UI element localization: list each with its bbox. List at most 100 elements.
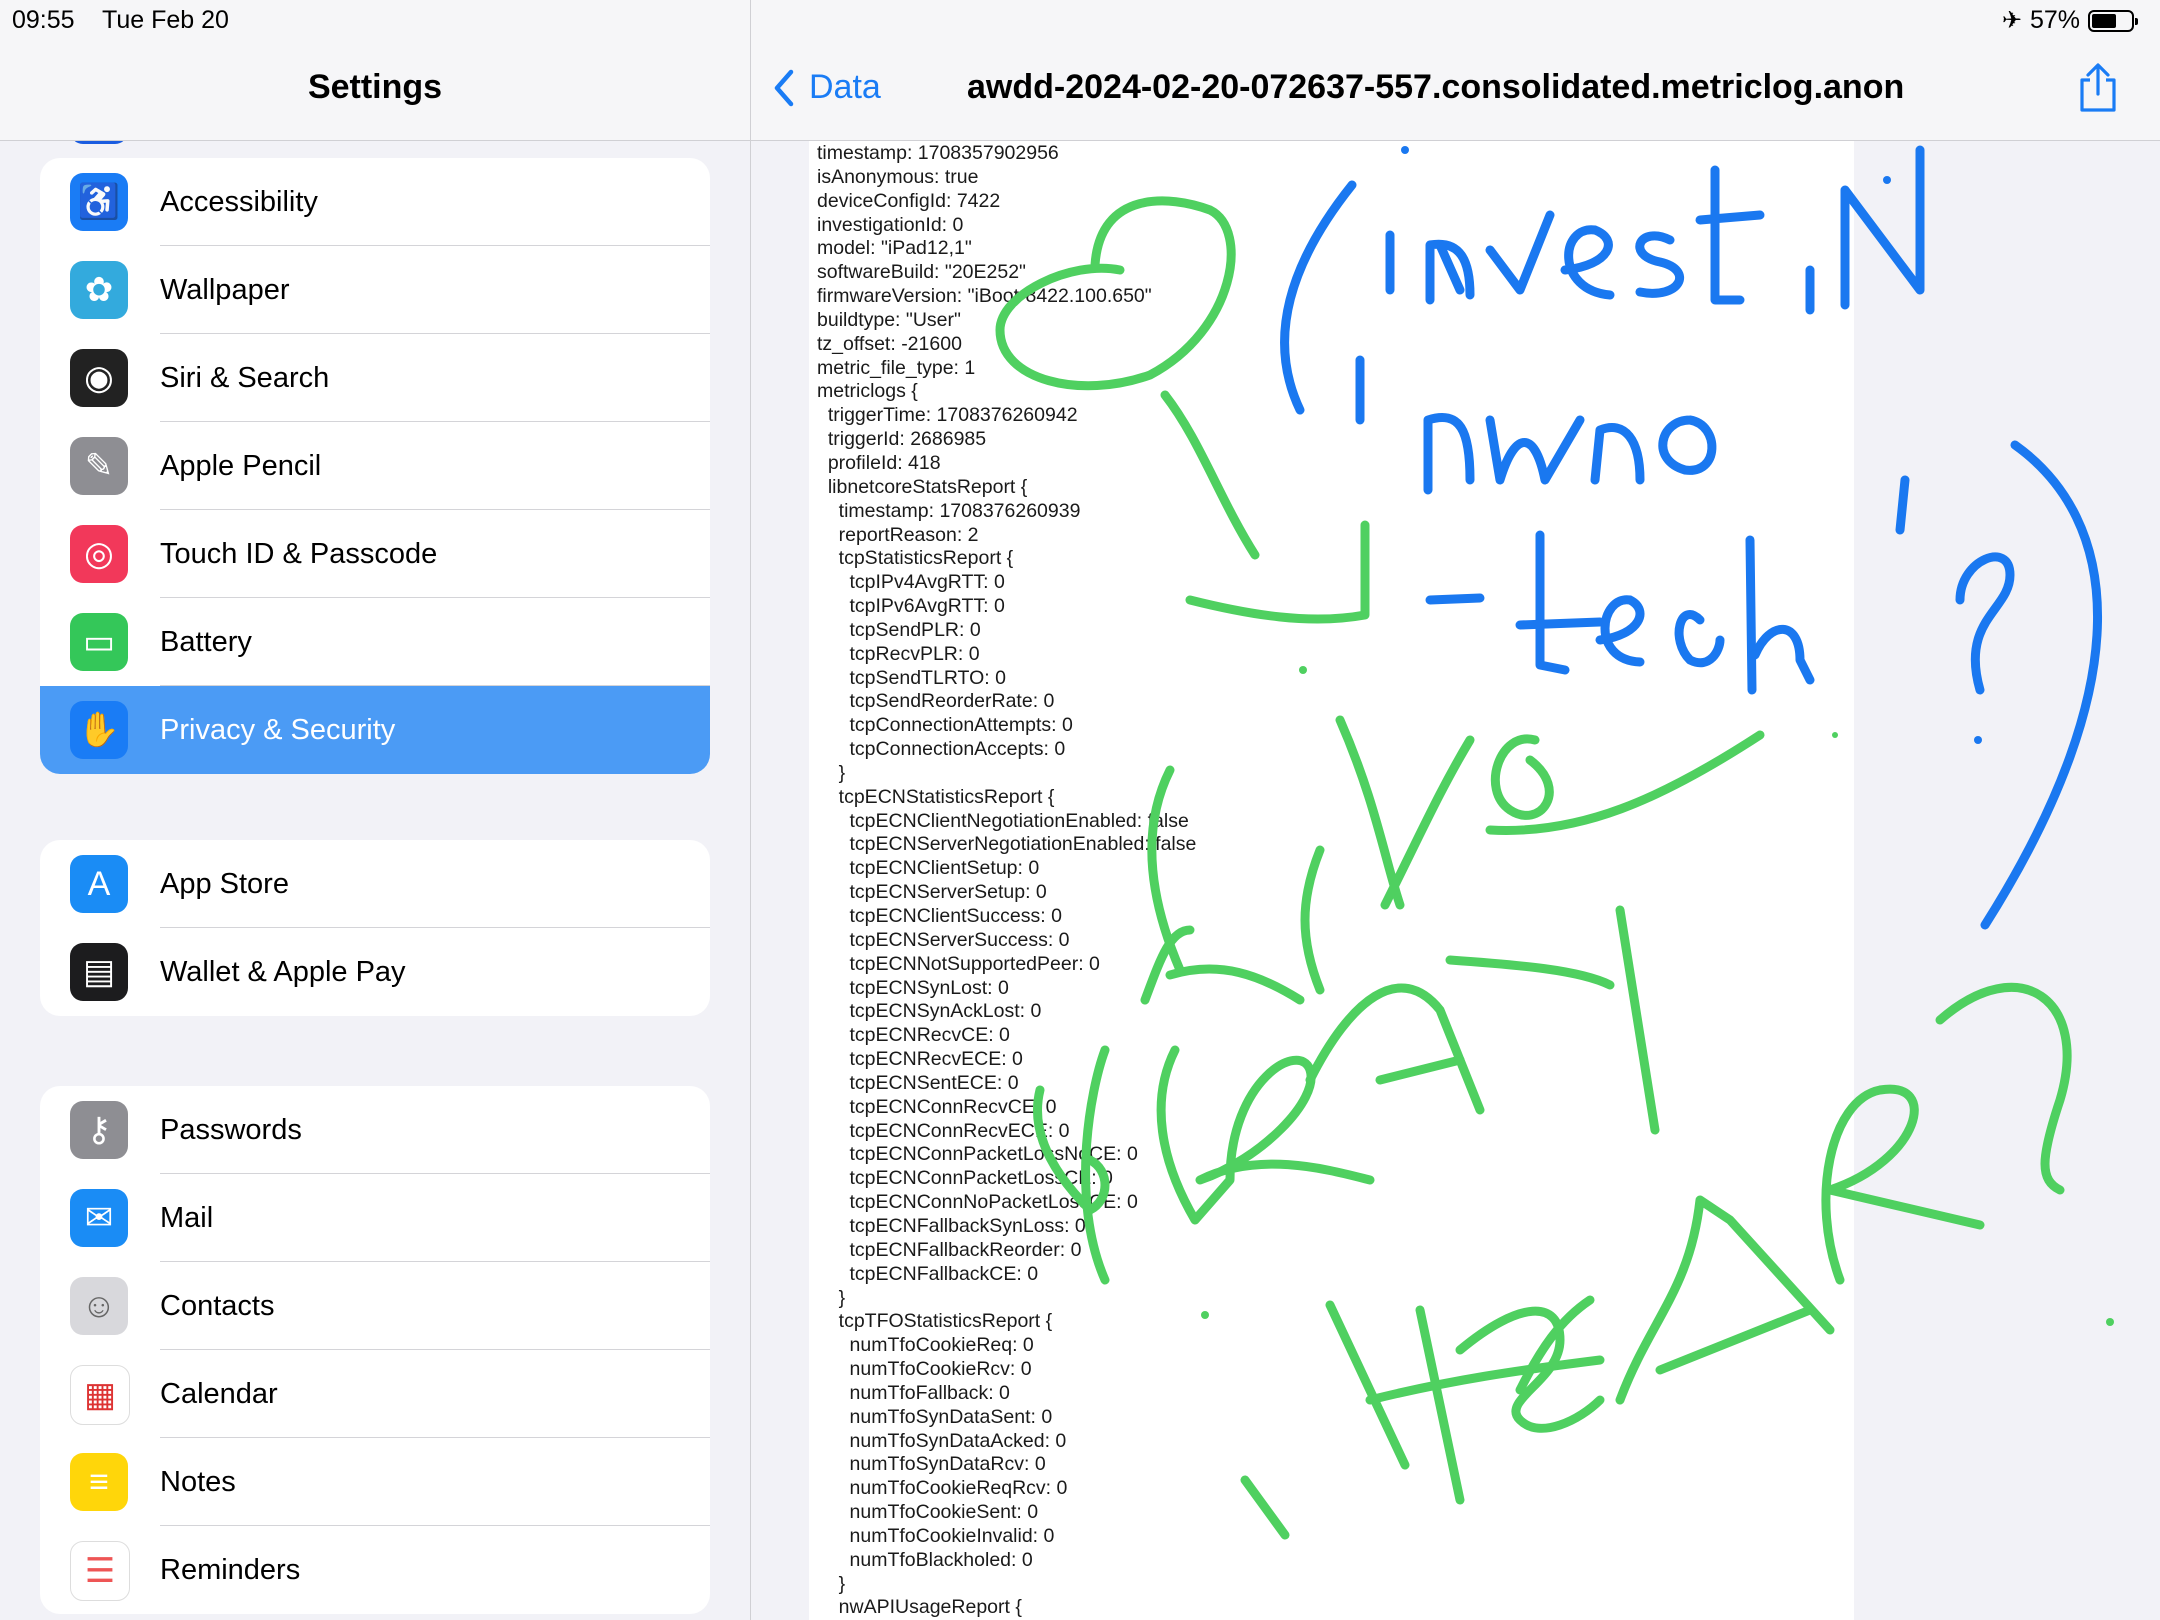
- log-line: tcpECNRecvCE: 0: [817, 1024, 1010, 1047]
- share-icon[interactable]: [2076, 62, 2120, 114]
- status-time: 09:55: [12, 6, 75, 34]
- log-line: numTfoCookieInvalid: 0: [817, 1524, 1055, 1547]
- sidebar-item-label: Notes: [160, 1465, 236, 1498]
- log-line: tcpECNConnNoPacketLossCE: 0: [817, 1191, 1138, 1214]
- log-line: numTfoBlackholed: 0: [817, 1548, 1033, 1571]
- reminders-icon: ☰: [70, 1541, 130, 1601]
- log-line: deviceConfigId: 7422: [817, 189, 1001, 212]
- sidebar-item-contacts[interactable]: ☺ Contacts: [40, 1262, 710, 1350]
- log-line: firmwareVersion: "iBoot-8422.100.650": [817, 285, 1152, 308]
- log-line: tcpECNClientSuccess: 0: [817, 905, 1062, 927]
- detail-pane: Data awdd-2024-02-20-072637-557.consolid…: [751, 0, 2160, 1620]
- back-button[interactable]: Data: [773, 68, 881, 107]
- sidebar-item-touch-id-passcode[interactable]: ◎ Touch ID & Passcode: [40, 510, 710, 598]
- settings-group-general: ♿ Accessibility ✿ Wallpaper ◉ Siri & Search ✎ A…: [40, 158, 710, 774]
- sidebar-item-label: Touch ID & Passcode: [160, 537, 438, 570]
- log-line: numTfoCookieRcv: 0: [817, 1358, 1032, 1381]
- sidebar-item-wallpaper[interactable]: ✿ Wallpaper: [40, 246, 710, 334]
- sidebar-item-label: Passwords: [160, 1113, 302, 1146]
- log-line: tcpSendTLRTO: 0: [817, 666, 1006, 689]
- sidebar-item-privacy-security[interactable]: ✋ Privacy & Security: [40, 686, 710, 774]
- sidebar-item-siri-search[interactable]: ◉ Siri & Search: [40, 334, 710, 422]
- log-line: tcpECNClientNegotiationEnabled: false: [817, 809, 1189, 832]
- mail-icon: ✉: [70, 1189, 128, 1247]
- log-line: tcpECNNotSupportedPeer: 0: [817, 952, 1100, 975]
- log-line: softwareBuild: "20E252": [817, 261, 1026, 284]
- log-line: tcpRecvPLR: 0: [817, 642, 980, 665]
- fingerprint-icon: ◎: [70, 525, 128, 583]
- sidebar-item-reminders[interactable]: ☰ Reminders: [40, 1526, 710, 1614]
- sidebar-item-label: Privacy & Security: [160, 713, 396, 746]
- contacts-icon: ☺: [70, 1277, 128, 1335]
- calendar-icon: ▦: [70, 1365, 130, 1425]
- log-line: tcpECNServerNegotiationEnabled: false: [817, 833, 1197, 856]
- status-date: Tue Feb 20: [102, 6, 229, 34]
- log-line: tcpECNConnRecvCE: 0: [817, 1095, 1057, 1118]
- log-line: tcpIPv4AvgRTT: 0: [817, 571, 1005, 594]
- pencil-icon: ✎: [70, 437, 128, 495]
- sidebar-item-notes[interactable]: ≡ Notes: [40, 1438, 710, 1526]
- notes-icon: ≡: [70, 1453, 128, 1511]
- log-line: investigationId: 0: [817, 213, 964, 236]
- log-line: tcpECNFallbackCE: 0: [817, 1262, 1039, 1285]
- sidebar-item-mail[interactable]: ✉ Mail: [40, 1174, 710, 1262]
- log-line: model: "iPad12,1": [817, 237, 972, 260]
- log-line: tz_offset: -21600: [817, 332, 962, 355]
- log-line: numTfoSynDataRcv: 0: [817, 1453, 1046, 1476]
- sidebar-title: Settings: [307, 68, 443, 106]
- log-line: tcpECNRecvECE: 0: [817, 1048, 1023, 1071]
- sidebar-item-battery[interactable]: ▭ Battery: [40, 598, 710, 686]
- wallet-icon: ▤: [70, 943, 128, 1001]
- chevron-left-icon: [774, 69, 794, 106]
- siri-icon: ◉: [70, 349, 128, 407]
- sidebar-item-apple-pencil[interactable]: ✎ Apple Pencil: [40, 422, 710, 510]
- log-line: }: [817, 761, 846, 784]
- log-line: tcpECNFallbackSynLoss: 0: [817, 1214, 1086, 1237]
- sidebar-item-label: Contacts: [160, 1289, 275, 1322]
- sidebar-item-app-store[interactable]: A App Store: [40, 840, 710, 928]
- sidebar-item-calendar[interactable]: ▦ Calendar: [40, 1350, 710, 1438]
- log-line: tcpECNFallbackReorder: 0: [817, 1238, 1082, 1261]
- log-line: tcpSendPLR: 0: [817, 618, 981, 641]
- sidebar-item-label: App Store: [160, 867, 289, 900]
- status-right: ✈ 57%: [2001, 6, 2138, 35]
- back-label: Data: [809, 68, 881, 106]
- log-line: tcpECNSynLost: 0: [817, 976, 1009, 999]
- hand-icon: ✋: [70, 701, 128, 759]
- log-line: }: [817, 1286, 846, 1309]
- log-line: tcpECNServerSuccess: 0: [817, 928, 1070, 951]
- sidebar-item-label: Accessibility: [160, 185, 318, 218]
- sidebar-item-label: Siri & Search: [160, 361, 330, 394]
- log-line: triggerTime: 1708376260942: [817, 404, 1078, 427]
- sidebar-item-passwords[interactable]: ⚷ Passwords: [40, 1086, 710, 1174]
- document-title: awdd-2024-02-20-072637-557.consolidated.…: [967, 68, 1905, 106]
- sidebar-item-accessibility[interactable]: ♿ Accessibility: [40, 158, 710, 246]
- sidebar-item-label: Reminders: [160, 1553, 301, 1586]
- log-line: tcpECNConnPacketLossNoCE: 0: [817, 1143, 1138, 1166]
- log-line: tcpECNSynAckLost: 0: [817, 1000, 1042, 1023]
- sidebar-item-label: Apple Pencil: [160, 449, 322, 482]
- sidebar-item-label: Mail: [160, 1201, 214, 1234]
- log-line: profileId: 418: [817, 451, 941, 474]
- log-line: tcpConnectionAccepts: 0: [817, 738, 1066, 761]
- sidebar-item-label: Wallpaper: [160, 273, 290, 306]
- log-line: libnetcoreStatsReport {: [817, 475, 1028, 498]
- log-line: tcpECNConnPacketLossCE: 0: [817, 1167, 1113, 1190]
- wallpaper-icon: ✿: [70, 261, 128, 319]
- log-line: tcpConnectionAttempts: 0: [817, 714, 1073, 737]
- battery-icon: ▭: [70, 613, 128, 671]
- sidebar-item-wallet-apple-pay[interactable]: ▤ Wallet & Apple Pay: [40, 928, 710, 1016]
- sidebar-item-label: Calendar: [160, 1377, 278, 1410]
- log-line: tcpTFOStatisticsReport {: [817, 1310, 1053, 1333]
- log-line: nwAPIUsageReport {: [817, 1596, 1022, 1619]
- log-line: metric_file_type: 1: [817, 356, 976, 379]
- airplane-icon: ✈: [2001, 7, 2022, 34]
- app-store-icon: A: [70, 855, 128, 913]
- key-icon: ⚷: [70, 1101, 128, 1159]
- battery-level-icon: [2088, 9, 2138, 32]
- sidebar-item-label: Wallet & Apple Pay: [160, 955, 406, 988]
- battery-percent: 57%: [2029, 6, 2080, 34]
- log-line: timestamp: 1708357902956: [817, 142, 1059, 164]
- log-line: numTfoCookieReq: 0: [817, 1334, 1034, 1357]
- log-line: triggerId: 2686985: [817, 428, 987, 451]
